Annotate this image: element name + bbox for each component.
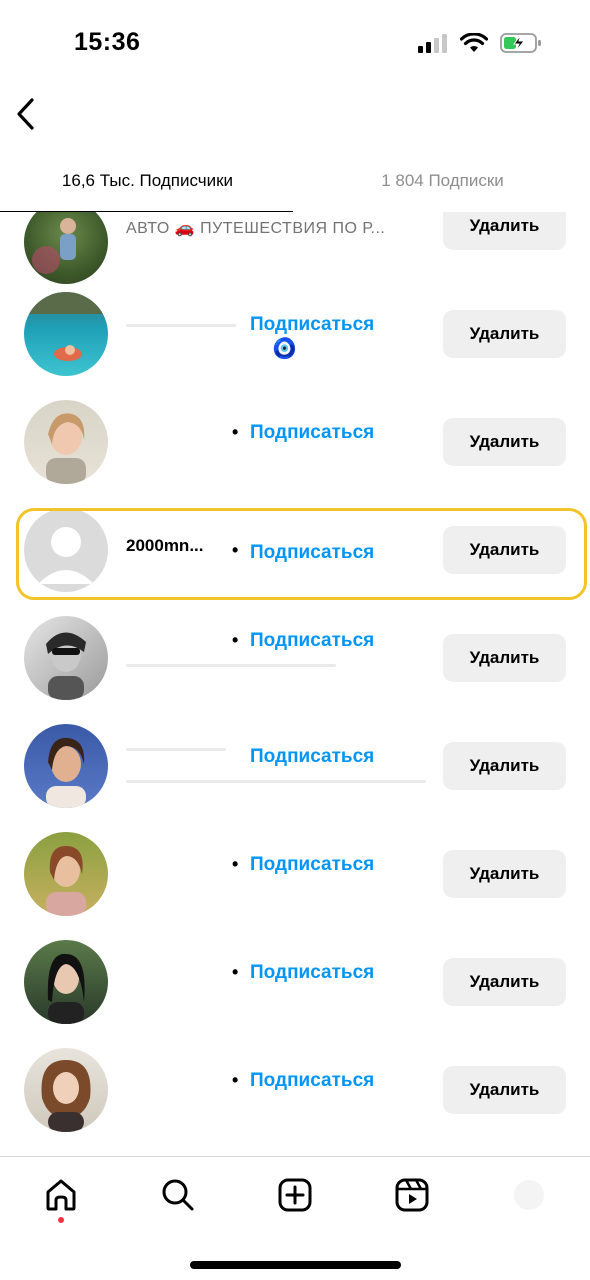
list-item: • Подписаться Удалить <box>0 1036 590 1144</box>
status-time: 15:36 <box>74 28 141 56</box>
follow-link[interactable]: Подписаться <box>250 422 374 444</box>
nav-create[interactable] <box>275 1175 315 1215</box>
hidden-subtitle <box>126 664 336 667</box>
remove-button[interactable]: Удалить <box>443 310 566 358</box>
dot-separator: • <box>232 630 239 650</box>
list-item: • Подписаться Удалить <box>0 820 590 928</box>
avatar[interactable] <box>24 832 108 916</box>
status-bar: 15:36 <box>0 0 590 88</box>
remove-button[interactable]: Удалить <box>443 212 566 250</box>
battery-charging-icon <box>500 33 541 53</box>
nav-profile[interactable] <box>509 1175 549 1215</box>
profile-icon <box>514 1180 544 1210</box>
tabs: 16,6 Тыс. Подписчики 1 804 Подписки <box>0 150 590 212</box>
user-subtitle: АВТО 🚗 ПУТЕШЕСТВИЯ ПО Р... <box>126 220 386 237</box>
remove-button[interactable]: Удалить <box>443 958 566 1006</box>
avatar[interactable] <box>24 616 108 700</box>
dot-separator: • <box>232 1070 239 1090</box>
wifi-icon <box>460 33 488 52</box>
notification-dot <box>58 1217 64 1223</box>
hidden-subtitle <box>126 780 426 783</box>
home-indicator <box>190 1261 401 1269</box>
followers-list[interactable]: katrin_travel_rus АВТО 🚗 ПУТЕШЕСТВИЯ ПО … <box>0 212 590 1156</box>
dot-separator: • <box>232 854 239 874</box>
avatar[interactable] <box>24 724 108 808</box>
nav-search[interactable] <box>158 1175 198 1215</box>
create-icon <box>278 1178 312 1212</box>
header <box>0 88 590 148</box>
evil-eye-emoji: 🧿 <box>272 338 297 360</box>
status-icons <box>418 32 542 54</box>
hidden-username <box>126 748 226 751</box>
tab-following[interactable]: 1 804 Подписки <box>295 150 590 212</box>
bottom-nav <box>0 1156 590 1280</box>
follow-link[interactable]: Подписаться <box>250 962 374 984</box>
follow-link[interactable]: Подписаться <box>250 1070 374 1092</box>
cellular-signal-icon <box>418 34 447 53</box>
back-button[interactable] <box>10 94 40 134</box>
dot-separator: • <box>232 962 239 982</box>
follow-link[interactable]: Подписаться <box>250 854 374 876</box>
chevron-left-icon <box>17 98 34 130</box>
follow-link[interactable]: Подписаться <box>250 630 374 652</box>
follow-link[interactable]: Подписаться <box>250 746 374 768</box>
remove-button[interactable]: Удалить <box>443 634 566 682</box>
reels-icon <box>395 1178 429 1212</box>
remove-button[interactable]: Удалить <box>443 1066 566 1114</box>
avatar[interactable] <box>24 940 108 1024</box>
highlight-frame <box>16 508 587 600</box>
nav-home[interactable] <box>41 1175 81 1215</box>
home-icon <box>46 1179 76 1211</box>
nav-reels[interactable] <box>392 1175 432 1215</box>
remove-button[interactable]: Удалить <box>443 850 566 898</box>
avatar[interactable] <box>24 1048 108 1132</box>
dot-separator: • <box>232 422 239 442</box>
list-item: Подписаться Удалить <box>0 712 590 820</box>
list-item: • Подписаться Удалить <box>0 388 590 496</box>
remove-button[interactable]: Удалить <box>443 742 566 790</box>
avatar[interactable] <box>24 400 108 484</box>
list-item: • Подписаться Удалить <box>0 604 590 712</box>
follow-link[interactable]: Подписаться <box>250 314 374 336</box>
hidden-username <box>126 324 236 327</box>
tab-followers[interactable]: 16,6 Тыс. Подписчики <box>0 150 295 212</box>
search-icon <box>162 1179 194 1211</box>
list-item: • Подписаться Удалить <box>0 928 590 1036</box>
avatar[interactable] <box>24 212 108 284</box>
list-item: Подписаться 🧿 Удалить <box>0 280 590 388</box>
avatar[interactable] <box>24 292 108 376</box>
remove-button[interactable]: Удалить <box>443 418 566 466</box>
